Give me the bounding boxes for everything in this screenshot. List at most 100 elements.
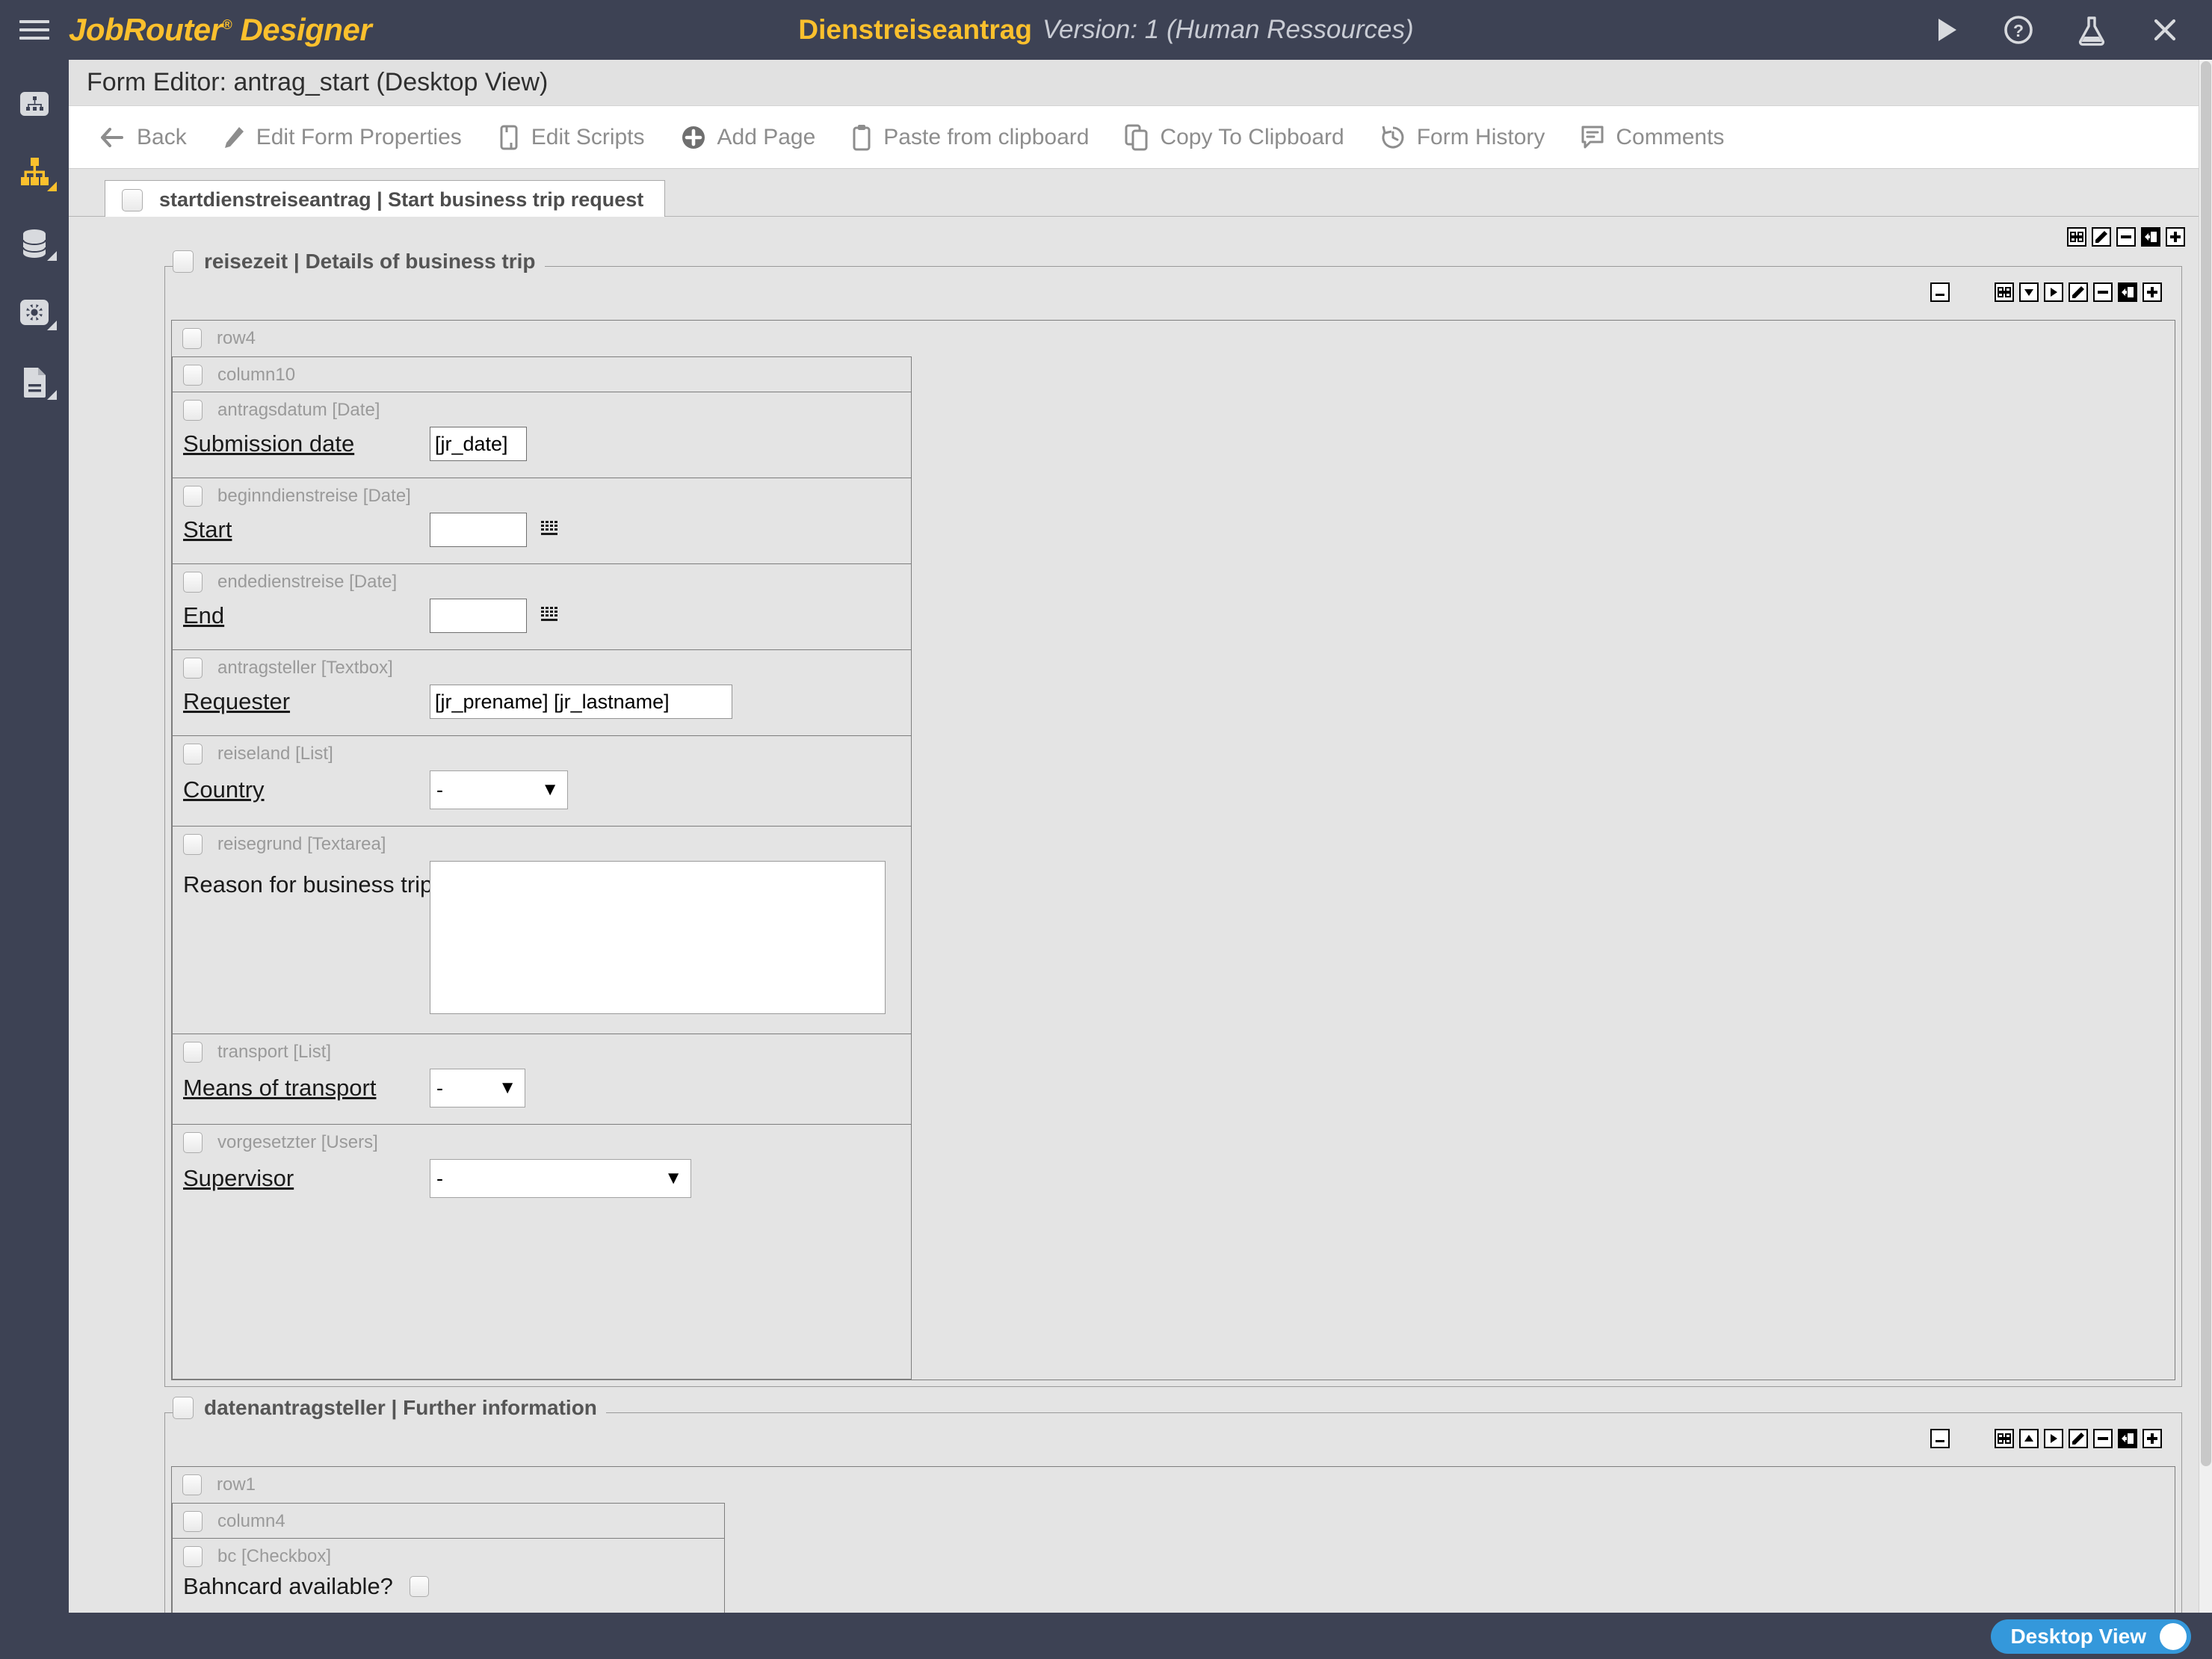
end-date-input[interactable] (430, 599, 527, 633)
tab-startdienstreiseantrag[interactable]: startdienstreiseantrag | Start business … (105, 180, 665, 220)
edit-icon[interactable] (2069, 282, 2088, 302)
move-right-icon[interactable] (2044, 282, 2063, 302)
submission-date-input[interactable] (430, 427, 527, 461)
row-header[interactable]: row4 (172, 321, 2175, 355)
requester-input[interactable] (430, 685, 732, 719)
paste-from-clipboard-button[interactable]: Paste from clipboard (851, 124, 1089, 151)
transport-select[interactable]: - (430, 1069, 525, 1107)
field-select-checkbox[interactable] (183, 1546, 203, 1567)
edit-form-properties-button[interactable]: Edit Form Properties (223, 125, 462, 150)
start-date-input[interactable] (430, 513, 527, 547)
flask-icon[interactable] (2074, 13, 2109, 47)
collapse-all-icon[interactable] (1995, 282, 2014, 302)
field-beginndienstreise[interactable]: beginndienstreise [Date] Start (173, 478, 911, 564)
field-transport[interactable]: transport [List] Means of transport - ▼ (173, 1034, 911, 1125)
row-select-checkbox[interactable] (182, 328, 202, 349)
back-button[interactable]: Back (99, 125, 187, 150)
column-select-checkbox[interactable] (183, 365, 203, 386)
comments-button[interactable]: Comments (1581, 125, 1724, 150)
scrollbar-thumb[interactable] (2201, 61, 2211, 1466)
column-header[interactable]: column10 (173, 357, 911, 392)
app-brand: JobRouter® Designer (69, 12, 371, 48)
column-container[interactable]: column10 antragsdatum [Date] Submission … (172, 356, 912, 1380)
field-vorgesetzter[interactable]: vorgesetzter [Users] Supervisor - ▼ (173, 1125, 911, 1214)
field-select-checkbox[interactable] (183, 400, 203, 421)
add-icon[interactable] (2166, 227, 2185, 247)
add-icon[interactable] (2143, 282, 2162, 302)
field-reisegrund[interactable]: reisegrund [Textarea] Reason for busines… (173, 827, 911, 1034)
field-header[interactable]: antragsdatum [Date] (173, 392, 911, 427)
field-bc[interactable]: bc [Checkbox] Bahncard available? (173, 1538, 724, 1613)
toggle-knob[interactable] (2160, 1623, 2187, 1650)
collapse-all-icon[interactable] (1995, 1429, 2014, 1448)
field-antragsdatum[interactable]: antragsdatum [Date] Submission date (173, 392, 911, 478)
edit-icon[interactable] (2069, 1429, 2088, 1448)
insert-icon[interactable] (2118, 1429, 2137, 1448)
field-header[interactable]: reiseland [List] (173, 736, 911, 770)
country-select[interactable]: - (430, 770, 568, 809)
supervisor-select[interactable]: - (430, 1159, 691, 1198)
field-header[interactable]: antragsteller [Textbox] (173, 650, 911, 685)
column-select-checkbox[interactable] (183, 1511, 203, 1532)
move-up-icon[interactable] (2019, 1429, 2039, 1448)
row-select-checkbox[interactable] (182, 1474, 202, 1495)
field-header[interactable]: endedienstreise [Date] (173, 564, 911, 599)
sidebar-item-documents[interactable] (0, 347, 69, 416)
section-select-checkbox[interactable] (173, 1397, 194, 1419)
tab-select-checkbox[interactable] (122, 189, 143, 211)
remove-icon[interactable] (2116, 227, 2136, 247)
remove-icon[interactable] (2093, 282, 2113, 302)
field-select-checkbox[interactable] (183, 744, 203, 764)
field-header[interactable]: vorgesetzter [Users] (173, 1125, 911, 1159)
field-reiseland[interactable]: reiseland [List] Country - ▼ (173, 736, 911, 827)
desktop-view-toggle[interactable]: Desktop View (1991, 1619, 2191, 1654)
copy-to-clipboard-button[interactable]: Copy To Clipboard (1125, 124, 1344, 151)
sidebar-item-data[interactable] (0, 208, 69, 277)
minimize-icon[interactable] (1930, 1429, 1950, 1448)
move-right-icon[interactable] (2044, 1429, 2063, 1448)
close-icon[interactable] (2148, 13, 2182, 47)
sidebar-item-settings[interactable] (0, 277, 69, 347)
row-header[interactable]: row1 (172, 1467, 2175, 1501)
edit-icon[interactable] (2092, 227, 2111, 247)
form-canvas[interactable]: reisezeit | Details of business trip (69, 217, 2212, 1613)
field-select-checkbox[interactable] (183, 1042, 203, 1063)
play-icon[interactable] (1928, 13, 1962, 47)
form-history-button[interactable]: Form History (1380, 125, 1545, 150)
calendar-icon[interactable] (540, 519, 560, 542)
bahncard-checkbox[interactable] (410, 1576, 429, 1597)
field-header[interactable]: reisegrund [Textarea] (173, 827, 911, 861)
vertical-scrollbar[interactable] (2199, 60, 2212, 1613)
field-select-checkbox[interactable] (183, 834, 203, 855)
add-icon[interactable] (2143, 1429, 2162, 1448)
insert-icon[interactable] (2141, 227, 2160, 247)
row-container[interactable]: row1 column4 bc [Checkbox] (171, 1466, 2175, 1613)
section-select-checkbox[interactable] (173, 250, 194, 273)
sidebar-item-process[interactable] (0, 138, 69, 208)
column-container[interactable]: column4 bc [Checkbox] Bahncard available… (172, 1503, 725, 1613)
edit-scripts-button[interactable]: Edit Scripts (498, 125, 645, 150)
field-select-checkbox[interactable] (183, 572, 203, 593)
field-header[interactable]: beginndienstreise [Date] (173, 478, 911, 513)
field-body: Requester (173, 685, 911, 735)
hamburger-icon[interactable] (0, 0, 69, 60)
reason-textarea[interactable] (430, 861, 886, 1014)
field-header[interactable]: bc [Checkbox] (173, 1539, 724, 1573)
minimize-icon[interactable] (1930, 282, 1950, 302)
field-select-checkbox[interactable] (183, 1132, 203, 1153)
field-antragsteller[interactable]: antragsteller [Textbox] Requester (173, 650, 911, 736)
field-select-checkbox[interactable] (183, 486, 203, 507)
field-header[interactable]: transport [List] (173, 1034, 911, 1069)
add-page-button[interactable]: Add Page (681, 125, 816, 150)
collapse-all-icon[interactable] (2067, 227, 2086, 247)
insert-icon[interactable] (2118, 282, 2137, 302)
sidebar-item-dashboard[interactable] (0, 69, 69, 138)
row-container[interactable]: row4 column10 antragsdatum [Date] (171, 320, 2175, 1380)
field-select-checkbox[interactable] (183, 658, 203, 679)
field-endedienstreise[interactable]: endedienstreise [Date] End (173, 564, 911, 650)
help-icon[interactable]: ? (2001, 13, 2036, 47)
remove-icon[interactable] (2093, 1429, 2113, 1448)
move-down-icon[interactable] (2019, 282, 2039, 302)
calendar-icon[interactable] (540, 605, 560, 628)
column-header[interactable]: column4 (173, 1504, 724, 1538)
